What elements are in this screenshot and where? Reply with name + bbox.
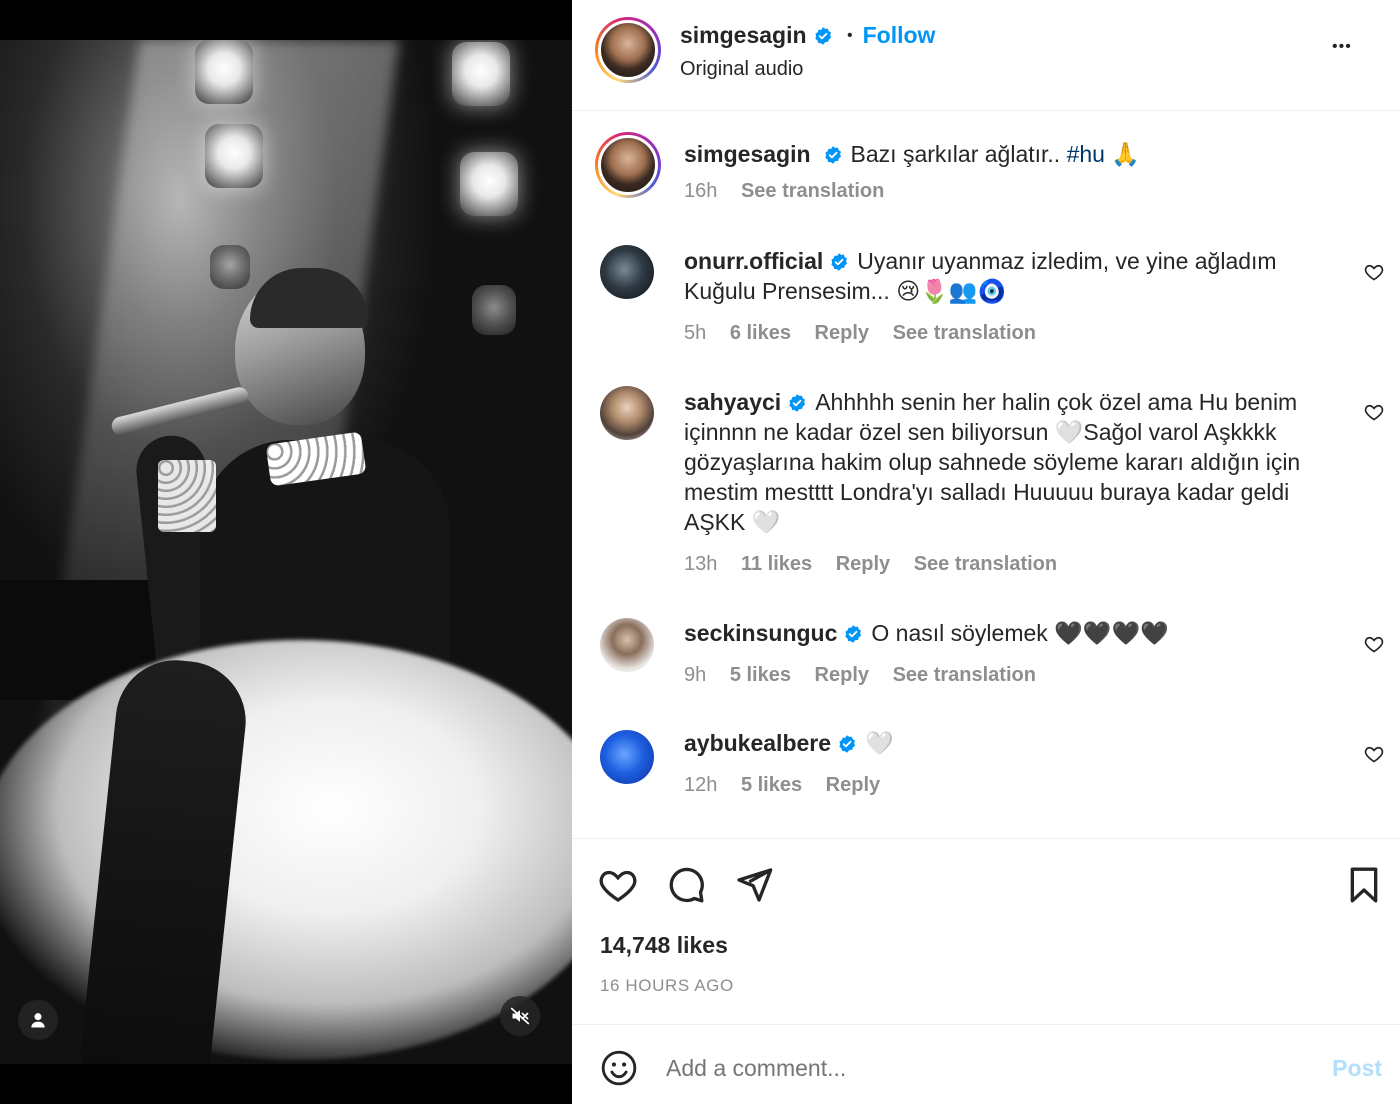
stage-lamp (460, 152, 518, 216)
like-comment-heart-icon[interactable] (1364, 634, 1384, 654)
hashtag-link[interactable]: #hu (1067, 141, 1105, 167)
comment-avatar[interactable] (600, 730, 654, 784)
header-separator: • (847, 27, 853, 44)
comment-body: O nasıl söylemek 🖤🖤🖤🖤 (871, 620, 1169, 646)
reply-button[interactable]: Reply (836, 553, 890, 575)
share-send-icon[interactable] (734, 865, 774, 905)
comment-body: 🤍 (865, 730, 894, 756)
comment-likes[interactable]: 5 likes (741, 774, 802, 796)
comment-username[interactable]: seckinsunguc (684, 620, 837, 646)
comment-username[interactable]: onurr.official (684, 248, 823, 274)
comment-avatar[interactable] (600, 245, 654, 299)
comment-likes[interactable]: 11 likes (741, 553, 812, 575)
emoji-smiley-icon[interactable] (600, 1049, 638, 1087)
video-frame[interactable] (0, 40, 572, 1064)
caption: simgesagin Bazı şarkılar ağlatır.. #hu 🙏 … (572, 128, 1400, 218)
comment-likes[interactable]: 6 likes (730, 322, 791, 344)
see-translation-link[interactable]: See translation (914, 553, 1057, 575)
comment-item: onurr.official Uyanır uyanmaz izledim, ve… (572, 240, 1400, 350)
stage-lamp (210, 245, 250, 289)
like-heart-icon[interactable] (598, 865, 638, 905)
stage-lamp (205, 124, 263, 188)
follow-button[interactable]: Follow (863, 22, 936, 48)
caption-meta: 16h See translation (684, 180, 902, 203)
tagged-users-button[interactable] (18, 1000, 58, 1040)
author-line: simgesagin • Follow (680, 22, 935, 49)
caption-body: Bazı şarkılar ağlatır.. (850, 141, 1067, 167)
caption-emoji: 🙏 (1111, 141, 1140, 167)
comment-time[interactable]: 5h (684, 322, 706, 344)
comment-username[interactable]: sahyayci (684, 389, 781, 415)
post-actions: 14,748 likes 16 HOURS AGO (572, 838, 1400, 1024)
comment-time[interactable]: 12h (684, 774, 717, 796)
like-comment-heart-icon[interactable] (1364, 744, 1384, 764)
like-comment-heart-icon[interactable] (1364, 262, 1384, 282)
comment-text: sahyayci Ahhhhh senin her halin çok özel … (684, 387, 1334, 537)
see-translation-link[interactable]: See translation (893, 664, 1036, 686)
author-username[interactable]: simgesagin (680, 22, 807, 48)
caption-time[interactable]: 16h (684, 180, 717, 202)
stage-lamp (195, 40, 253, 104)
verified-badge-icon (824, 146, 841, 164)
more-options-icon[interactable]: ••• (1332, 38, 1352, 56)
comment-meta: 13h 11 likes Reply See translation (684, 553, 1075, 576)
see-translation-link[interactable]: See translation (893, 322, 1036, 344)
user-icon (31, 1013, 45, 1028)
caption-avatar[interactable] (595, 132, 661, 198)
verified-badge-icon (845, 625, 862, 643)
reply-button[interactable]: Reply (815, 322, 869, 344)
comment-text: seckinsunguc O nasıl söylemek 🖤🖤🖤🖤 (684, 618, 1334, 648)
comment-time[interactable]: 9h (684, 664, 706, 686)
post-header: simgesagin • Follow Original audio ••• (572, 0, 1400, 111)
comment-input[interactable] (666, 1055, 1266, 1082)
stage-lamp (472, 285, 516, 335)
verified-badge-icon (789, 394, 806, 412)
comment-likes[interactable]: 5 likes (730, 664, 791, 686)
pearl-cuff (158, 460, 216, 532)
like-comment-heart-icon[interactable] (1364, 402, 1384, 422)
muted-speaker-icon (510, 1007, 530, 1025)
stage-lamp (452, 42, 510, 106)
comment-item: seckinsunguc O nasıl söylemek 🖤🖤🖤🖤 9h 5 l… (572, 612, 1400, 702)
comment-username[interactable]: aybukealbere (684, 730, 831, 756)
comment-item: sahyayci Ahhhhh senin her halin çok özel … (572, 380, 1400, 580)
caption-username[interactable]: simgesagin (684, 141, 811, 167)
author-avatar[interactable] (595, 17, 661, 83)
audio-label[interactable]: Original audio (680, 58, 803, 81)
comment-avatar[interactable] (600, 386, 654, 440)
caption-text: simgesagin Bazı şarkılar ağlatır.. #hu 🙏 (684, 139, 1334, 169)
save-bookmark-icon[interactable] (1344, 865, 1384, 905)
verified-badge-icon (839, 735, 856, 753)
comment-meta: 9h 5 likes Reply See translation (684, 664, 1054, 687)
post-timestamp[interactable]: 16 HOURS AGO (600, 976, 734, 996)
comment-item: aybukealbere 🤍 12h 5 likes Reply (572, 722, 1400, 812)
comment-text: aybukealbere 🤍 (684, 728, 1334, 758)
comment-meta: 12h 5 likes Reply (684, 774, 898, 797)
reply-button[interactable]: Reply (826, 774, 880, 796)
comment-avatar[interactable] (600, 618, 654, 672)
add-comment-bar: Post (572, 1024, 1400, 1104)
see-translation-link[interactable]: See translation (741, 180, 884, 202)
mute-button[interactable] (500, 996, 540, 1036)
verified-badge-icon (814, 27, 831, 45)
likes-count[interactable]: 14,748 likes (600, 932, 728, 959)
comment-text: onurr.official Uyanır uyanmaz izledim, ve… (684, 246, 1334, 306)
verified-badge-icon (831, 253, 848, 271)
comment-bubble-icon[interactable] (666, 865, 706, 905)
reply-button[interactable]: Reply (815, 664, 869, 686)
post-panel: simgesagin • Follow Original audio ••• si… (572, 0, 1400, 1104)
post-comment-button[interactable]: Post (1332, 1055, 1382, 1082)
post-media[interactable] (0, 0, 572, 1104)
comment-meta: 5h 6 likes Reply See translation (684, 322, 1054, 345)
comment-time[interactable]: 13h (684, 553, 717, 575)
